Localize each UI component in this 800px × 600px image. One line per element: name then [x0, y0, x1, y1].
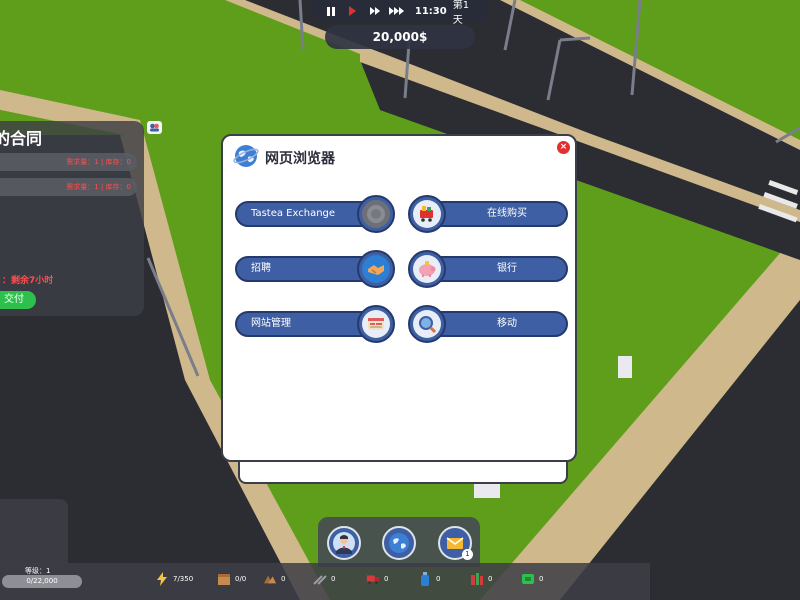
materials-stat: 0: [263, 572, 285, 586]
box-value: 0/0: [235, 575, 247, 583]
globe-icon: [389, 533, 409, 553]
materials-value: 0: [281, 575, 286, 583]
play-icon: [349, 6, 357, 16]
contract-title: 的合同: [0, 129, 43, 148]
cash-stat: 0: [521, 572, 543, 586]
truck-icon: [366, 572, 380, 586]
tools-value: 0: [331, 575, 336, 583]
lightning-icon: [155, 572, 169, 586]
wood-icon: [263, 572, 277, 586]
time-control-bar: 11:30 第1天: [313, 0, 489, 26]
close-icon: ×: [559, 142, 568, 152]
xp-value: 0/22,000: [26, 577, 58, 585]
window-stack-shadow: [238, 460, 568, 484]
cash-value: 0: [539, 575, 544, 583]
close-button[interactable]: ×: [557, 141, 570, 154]
website-icon-frame: [357, 305, 395, 343]
app-bank-button[interactable]: 银行: [408, 250, 568, 288]
mail-button[interactable]: 1: [438, 526, 473, 560]
app-tastea-exchange-button[interactable]: Tastea Exchange: [235, 195, 395, 233]
app-online-shopping-button[interactable]: 在线购买: [408, 195, 568, 233]
people-icon: [150, 123, 159, 132]
xp-progress-bar: 0/22,000: [2, 575, 82, 588]
contract-row: 需求量：1 | 库存：0: [0, 153, 137, 171]
app-mobile-button[interactable]: 移动: [408, 305, 568, 343]
fastest-forward-button[interactable]: [389, 3, 405, 19]
bank-icon-frame: [408, 250, 446, 288]
shopping-cart-icon: [413, 200, 441, 228]
level-panel: [0, 499, 68, 564]
bottle-icon: [418, 572, 432, 586]
app-label: Tastea Exchange: [251, 208, 336, 219]
fast-forward-button[interactable]: [367, 3, 383, 19]
manager-avatar-icon: [333, 532, 355, 554]
fast-forward-icon: [369, 7, 380, 15]
browser-button[interactable]: [382, 526, 416, 560]
globe-icon: [233, 145, 259, 167]
tools-stat: 0: [313, 572, 335, 586]
pause-button[interactable]: [323, 3, 339, 19]
app-label: 招聘: [251, 263, 271, 274]
mail-badge: 1: [462, 549, 473, 560]
exchange-icon: [362, 200, 390, 228]
play-button[interactable]: [345, 3, 361, 19]
tools-icon: [313, 572, 327, 586]
drinks-value: 0: [488, 575, 493, 583]
money-display: 20,000$: [325, 25, 475, 49]
contract-row: 需求量：1 | 库存：0: [0, 178, 137, 196]
energy-stat: 7/350: [155, 572, 193, 586]
box-stat: 0/0: [217, 572, 246, 586]
delivery-value: 0: [384, 575, 389, 583]
manager-button[interactable]: [327, 526, 361, 560]
deliver-button[interactable]: 交付: [0, 291, 36, 309]
fastest-forward-icon: [389, 7, 405, 15]
water-stat: 0: [418, 572, 440, 586]
contract-panel: 的合同 需求量：1 | 库存：0 需求量：1 | 库存：0 ：剩余7小时 交付: [0, 121, 144, 316]
window-title: 网页浏览器: [265, 151, 335, 167]
delivery-stat: 0: [366, 572, 388, 586]
app-website-management-button[interactable]: 网站管理: [235, 305, 395, 343]
water-value: 0: [436, 575, 441, 583]
day-counter: 第1天: [452, 0, 470, 26]
panel-toggle-button[interactable]: [147, 121, 162, 134]
clock-time: 11:30: [414, 5, 447, 17]
shopping-icon-frame: [408, 195, 446, 233]
pause-icon: [326, 6, 335, 16]
cash-icon: [521, 572, 535, 586]
exchange-icon-frame: [357, 195, 395, 233]
bottom-dock: 1: [318, 517, 480, 567]
energy-value: 7/350: [173, 575, 194, 583]
drinks-icon: [470, 572, 484, 586]
mobile-icon-frame: [408, 305, 446, 343]
drinks-stat: 0: [470, 572, 492, 586]
recruitment-icon-frame: [357, 250, 395, 288]
search-icon: [413, 310, 441, 338]
contract-time-remaining: ：剩余7小时: [2, 276, 54, 286]
website-icon: [362, 310, 390, 338]
box-icon: [217, 572, 231, 586]
app-label: 网站管理: [251, 318, 291, 329]
piggy-bank-icon: [413, 255, 441, 283]
app-recruitment-button[interactable]: 招聘: [235, 250, 395, 288]
web-browser-window: 网页浏览器 × Tastea Exchange 在线购买 招聘 银行 网站管理 …: [221, 134, 577, 462]
handshake-icon: [362, 255, 390, 283]
